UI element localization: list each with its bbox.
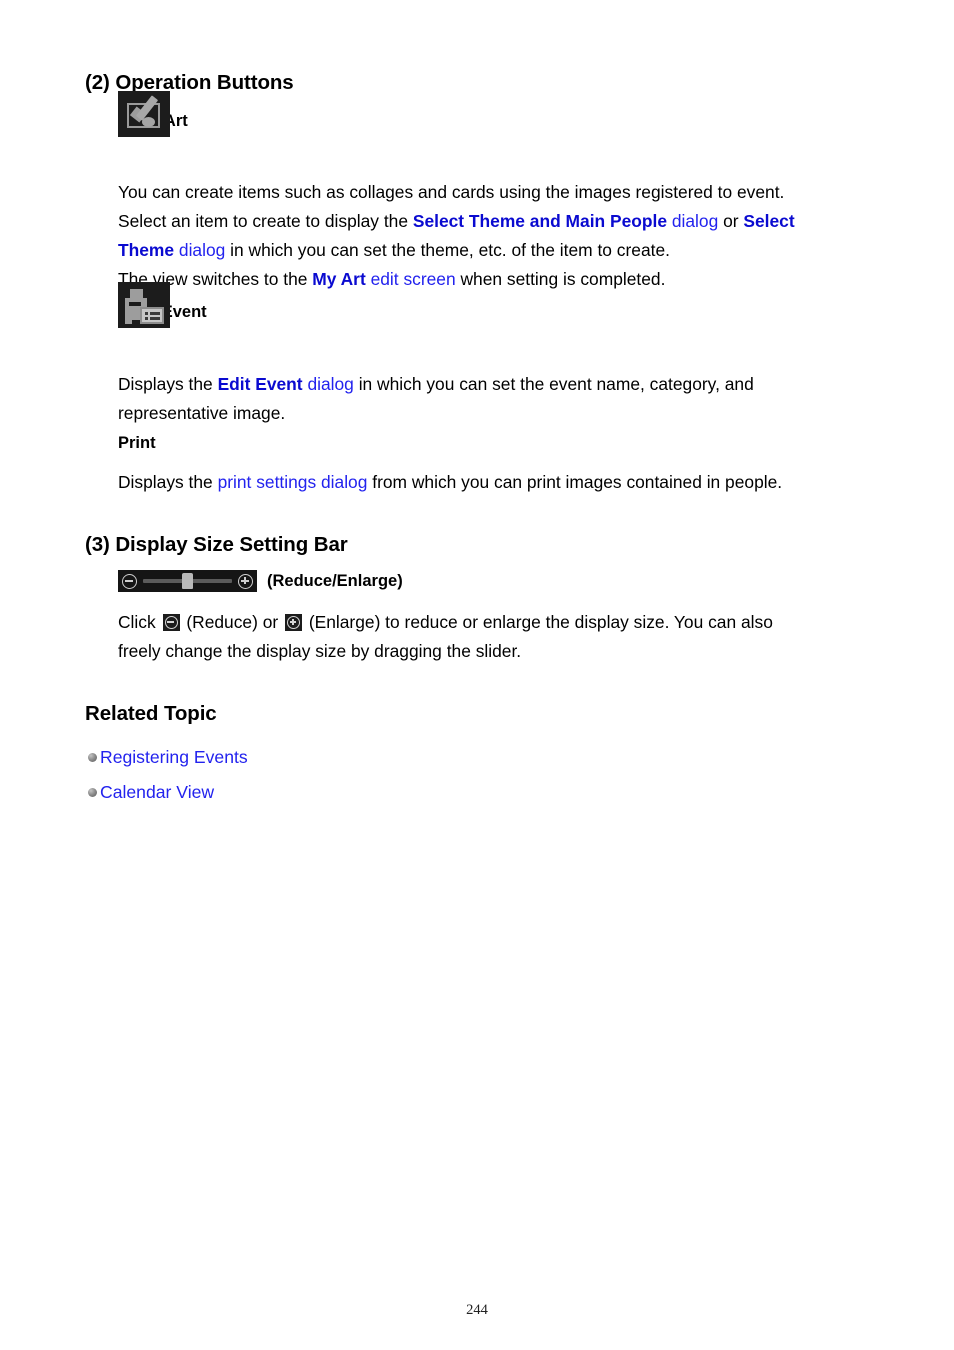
dialog-link-2[interactable]: dialog	[174, 240, 225, 260]
dialog-link-1[interactable]: dialog	[667, 211, 718, 231]
new-art-line-3-text: in which you can set the theme, etc. of …	[225, 240, 670, 260]
display-size-setting-bar[interactable]	[118, 570, 257, 592]
select-theme-link-part2[interactable]: Theme	[118, 240, 174, 260]
heading-related-topic: Related Topic	[85, 702, 217, 725]
edit-screen-link[interactable]: edit screen	[366, 269, 456, 289]
related-topic-link-calendar-view[interactable]: Calendar View	[100, 782, 214, 803]
display-size-line-1-text-b: (Reduce) or	[181, 612, 283, 632]
print-line-1-text-a: Displays the	[118, 472, 218, 492]
display-size-description: Click (Reduce) or (Enlarge) to reduce or…	[118, 608, 773, 666]
print-description: Displays the print settings dialog from …	[118, 468, 782, 497]
list-item[interactable]: Calendar View	[88, 775, 248, 810]
new-art-line-2: Select an item to create to display the …	[118, 207, 795, 236]
bullet-icon	[88, 788, 97, 797]
new-art-line-4-text-b: when setting is completed.	[455, 269, 666, 289]
display-size-line-1-text-c: (Enlarge) to reduce or enlarge the displ…	[304, 612, 773, 632]
new-art-line-2-text-a: Select an item to create to display the	[118, 211, 413, 231]
bullet-icon	[88, 753, 97, 762]
edit-event-description: Displays the Edit Event dialog in which …	[118, 370, 754, 428]
edit-event-line-2: representative image.	[118, 403, 286, 423]
edit-event-icon	[118, 282, 170, 328]
dialog-link-3[interactable]: dialog	[303, 374, 353, 394]
edit-event-line-1-text-b: in which you can set the event name, cat…	[353, 374, 754, 394]
new-art-description: You can create items such as collages an…	[118, 178, 795, 294]
print-line-1: Displays the print settings dialog from …	[118, 468, 782, 497]
display-size-slider-track[interactable]	[143, 573, 232, 589]
new-art-blob-shape	[142, 117, 155, 127]
enlarge-icon[interactable]	[238, 573, 253, 589]
display-size-slider-thumb[interactable]	[182, 573, 194, 589]
new-art-line-1: You can create items such as collages an…	[118, 182, 785, 202]
reduce-icon[interactable]	[122, 573, 137, 589]
print-label: Print	[118, 434, 156, 452]
edit-event-line-1-text-a: Displays the	[118, 374, 218, 394]
new-art-line-4: The view switches to the My Art edit scr…	[118, 265, 795, 294]
my-art-link[interactable]: My Art	[312, 269, 365, 289]
page-number: 244	[466, 1302, 488, 1318]
new-art-icon	[118, 91, 170, 137]
document-page: (2) Operation Buttons New Art You can cr…	[0, 0, 954, 1350]
new-art-line-2-text-or: or	[718, 211, 744, 231]
new-art-row: New Art	[118, 91, 188, 137]
edit-event-list-panel-shape	[140, 307, 164, 324]
heading-display-size-setting-bar: (3) Display Size Setting Bar	[85, 533, 348, 556]
related-topic-link-registering-events[interactable]: Registering Events	[100, 747, 248, 768]
display-size-line-1-text-a: Click	[118, 612, 161, 632]
related-topic-list: Registering Events Calendar View	[88, 740, 248, 810]
display-size-setting-bar-row: (Reduce/Enlarge)	[118, 570, 403, 592]
new-art-line-3: Theme dialog in which you can set the th…	[118, 236, 795, 265]
slider-caption: (Reduce/Enlarge)	[267, 571, 403, 590]
edit-event-line-1: Displays the Edit Event dialog in which …	[118, 370, 754, 399]
list-item[interactable]: Registering Events	[88, 740, 248, 775]
select-theme-link-part1[interactable]: Select	[743, 211, 794, 231]
edit-event-slot-shape	[129, 302, 141, 306]
print-settings-dialog-link[interactable]: print settings dialog	[218, 472, 368, 492]
display-size-line-2: freely change the display size by draggi…	[118, 641, 522, 661]
edit-event-foot-shape	[125, 319, 132, 324]
enlarge-icon-inline[interactable]	[285, 614, 302, 631]
reduce-icon-inline[interactable]	[162, 614, 180, 631]
heading-operation-buttons: (2) Operation Buttons	[85, 71, 294, 94]
print-line-1-text-b: from which you can print images containe…	[367, 472, 783, 492]
select-theme-and-main-people-link[interactable]: Select Theme and Main People	[413, 211, 667, 231]
edit-event-dialog-link[interactable]: Edit Event	[218, 374, 303, 394]
display-size-line-1: Click (Reduce) or (Enlarge) to reduce or…	[118, 608, 773, 637]
edit-event-row: Edit Event	[118, 282, 207, 328]
